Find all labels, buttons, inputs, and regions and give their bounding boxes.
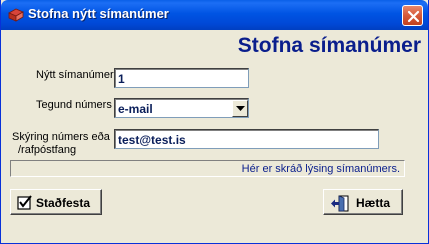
- cancel-button[interactable]: Hætta: [323, 189, 403, 215]
- checkbox-check-icon: [17, 195, 32, 213]
- number-label: Nýtt símanúmer: [36, 69, 114, 81]
- description-field[interactable]: test@test.is: [114, 129, 379, 149]
- type-label: Tegund númers: [36, 99, 112, 111]
- close-button[interactable]: [402, 5, 423, 26]
- type-select[interactable]: e-mail: [114, 98, 249, 118]
- dialog-window: Stofna nýtt símanúmer Stofna símanúmer N…: [0, 0, 429, 244]
- window-title: Stofna nýtt símanúmer: [28, 6, 169, 21]
- save-button-label: Staðfesta: [36, 196, 91, 210]
- save-button[interactable]: Staðfesta: [10, 189, 102, 215]
- description-label-line2: /rafpóstfang: [18, 144, 77, 156]
- title-bar[interactable]: Stofna nýtt símanúmer: [1, 0, 428, 30]
- status-text: Hér er skráð lýsing símanúmers.: [241, 163, 400, 175]
- type-select-dropdown-button[interactable]: [232, 100, 248, 117]
- page-title: Stofna símanúmer: [237, 34, 421, 57]
- cancel-button-label: Hætta: [356, 196, 391, 210]
- description-label: Skýring númers eða: [12, 131, 110, 143]
- chevron-down-icon: [236, 106, 245, 111]
- exit-door-icon: [330, 195, 350, 215]
- close-icon: [407, 10, 420, 23]
- app-icon: [8, 8, 24, 22]
- number-field[interactable]: 1: [114, 68, 249, 88]
- status-bar: Hér er skráð lýsing símanúmers.: [10, 160, 405, 177]
